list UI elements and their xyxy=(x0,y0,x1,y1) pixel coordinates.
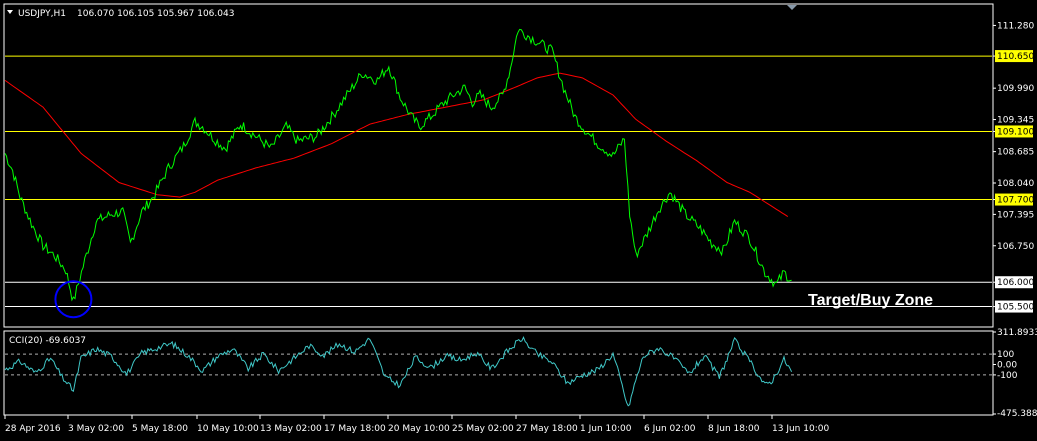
cci-tick-label: 311.8933 xyxy=(997,328,1037,338)
price-level-tag-label: 110.650 xyxy=(997,52,1034,62)
price-tick-label: 108.040 xyxy=(997,179,1034,189)
price-tick-label: 111.280 xyxy=(997,21,1034,31)
time-tick-label: 10 May 10:00 xyxy=(197,424,259,434)
time-tick-label: 6 Jun 02:00 xyxy=(644,424,696,434)
ohlc-readout: 106.070 106.105 105.967 106.043 xyxy=(77,9,234,19)
time-tick-label: 17 May 18:00 xyxy=(324,424,386,434)
cci-tick-label: -100 xyxy=(997,371,1018,381)
time-tick-label: 25 May 02:00 xyxy=(452,424,514,434)
price-level-tag-label: 109.100 xyxy=(997,127,1034,137)
price-tick-label: 109.345 xyxy=(997,116,1034,126)
cci-title: CCI(20) -69.6037 xyxy=(9,336,86,346)
time-tick-label: 3 May 02:00 xyxy=(68,424,124,434)
time-tick-label: 28 Apr 2016 xyxy=(5,424,61,434)
time-tick-label: 13 May 02:00 xyxy=(260,424,322,434)
target-buy-zone-label: Target/Buy Zone xyxy=(808,292,933,309)
cci-tick-label: 100 xyxy=(997,350,1014,360)
time-tick-label: 13 Jun 10:00 xyxy=(772,424,829,434)
time-tick-label: 27 May 18:00 xyxy=(516,424,578,434)
price-level-tag-label: 106.000 xyxy=(997,278,1034,288)
price-tick-label: 109.990 xyxy=(997,84,1034,94)
time-tick-label: 1 Jun 10:00 xyxy=(580,424,632,434)
price-level-tag-label: 105.500 xyxy=(997,303,1034,313)
time-tick-label: 20 May 10:00 xyxy=(388,424,450,434)
cci-tick-label: 0.00 xyxy=(997,360,1017,370)
symbol-label: USDJPY,H1 xyxy=(18,9,66,19)
chart-canvas[interactable]: Target/Buy Zone USDJPY,H1 106.070 106.10… xyxy=(0,0,1037,441)
time-tick-label: 8 Jun 18:00 xyxy=(708,424,760,434)
price-level-tag-label: 107.700 xyxy=(997,196,1034,206)
price-tick-label: 106.750 xyxy=(997,242,1034,252)
time-tick-label: 5 May 18:00 xyxy=(132,424,188,434)
price-tick-label: 107.395 xyxy=(997,210,1034,220)
price-tick-label: 108.685 xyxy=(997,148,1034,158)
cci-tick-label: -475.388 xyxy=(997,409,1037,419)
